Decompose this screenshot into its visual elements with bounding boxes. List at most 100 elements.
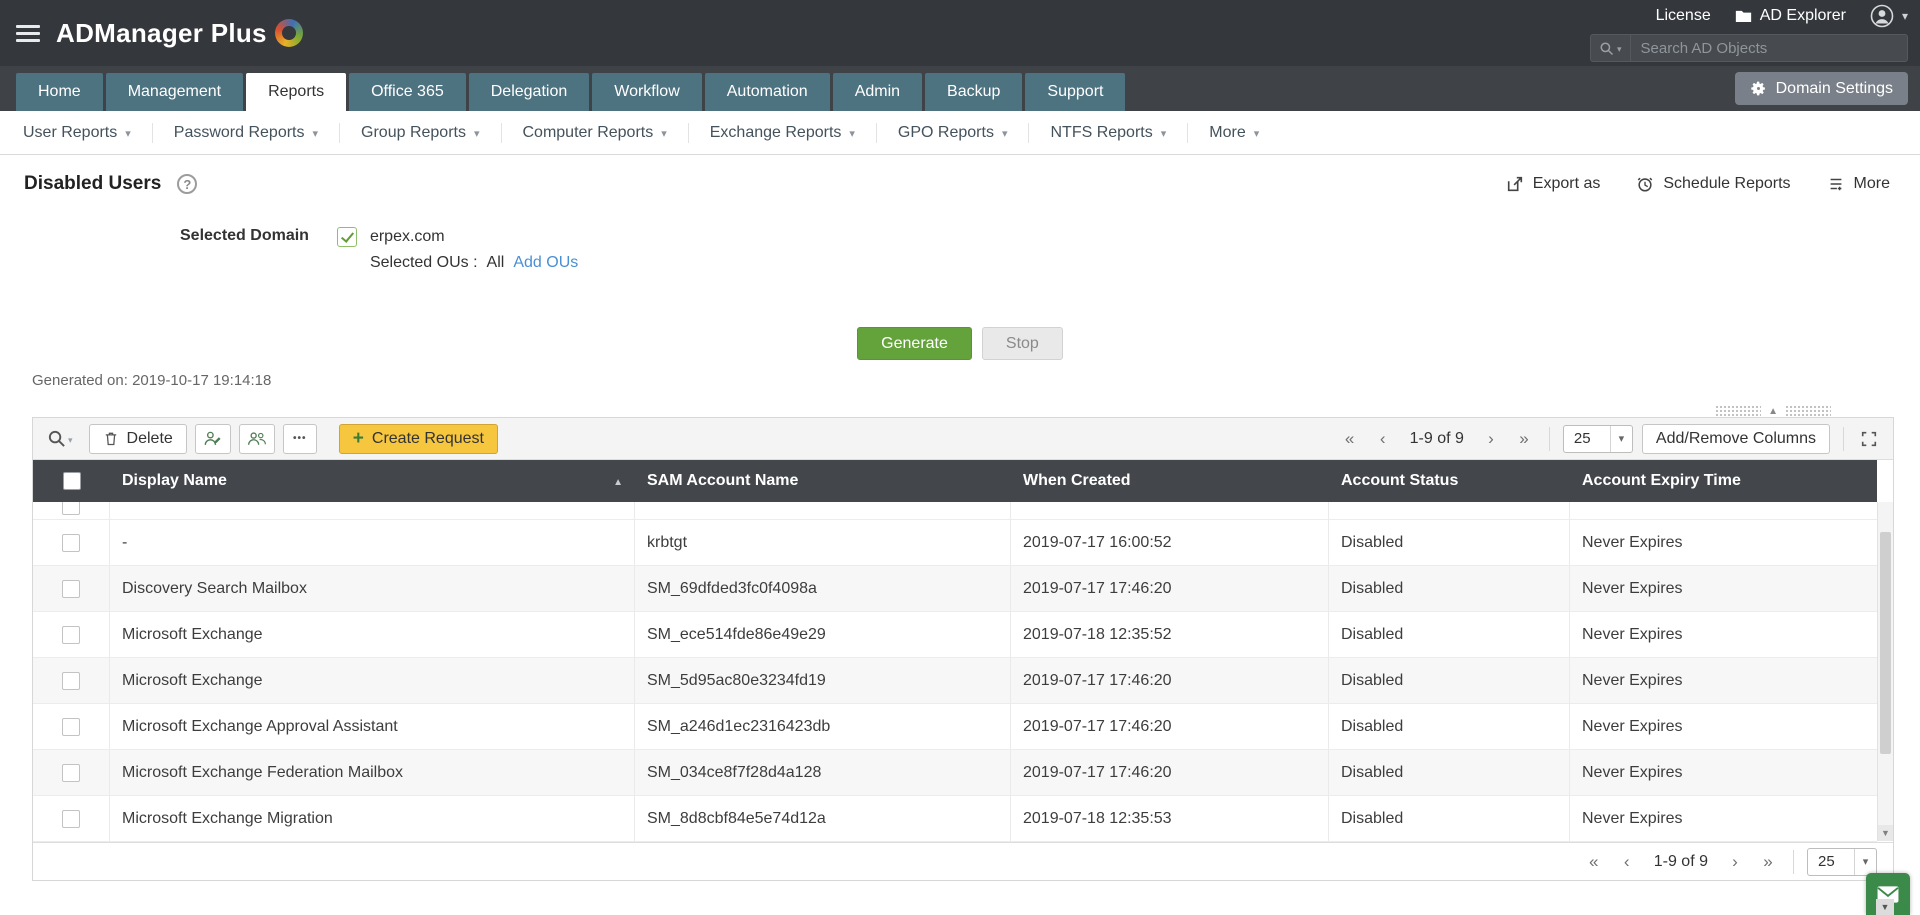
main-nav: Home Management Reports Office 365 Deleg… <box>0 66 1920 111</box>
row-checkbox[interactable] <box>62 534 80 552</box>
bottom-pagination: 1-9 of 9 25 <box>33 842 1893 880</box>
pagination-first-button[interactable] <box>1582 849 1606 875</box>
row-checkbox[interactable] <box>62 810 80 828</box>
tab-backup[interactable]: Backup <box>925 73 1022 111</box>
pagination-prev-button[interactable] <box>1371 426 1395 452</box>
pagination-prev-button[interactable] <box>1615 849 1639 875</box>
tab-automation[interactable]: Automation <box>705 73 830 111</box>
scrollbar-thumb[interactable] <box>1880 532 1891 754</box>
subnav-exchange-reports[interactable]: Exchange Reports <box>689 123 877 143</box>
schedule-reports-button[interactable]: Schedule Reports <box>1636 175 1790 193</box>
generate-button[interactable]: Generate <box>857 327 972 360</box>
cell-display-name: Microsoft Exchange Approval Assistant <box>110 704 635 749</box>
stop-button[interactable]: Stop <box>982 327 1063 360</box>
pagination-range: 1-9 of 9 <box>1654 853 1708 871</box>
page-size-select[interactable]: 25 <box>1807 848 1877 876</box>
select-all-checkbox-cell <box>33 460 110 502</box>
user-menu[interactable] <box>1870 4 1908 28</box>
more-tools-button[interactable] <box>283 424 317 454</box>
page-scroll-down-button[interactable] <box>1876 899 1894 915</box>
column-header-sam-account-name[interactable]: SAM Account Name <box>635 460 1011 502</box>
row-checkbox[interactable] <box>62 718 80 736</box>
subnav-password-reports[interactable]: Password Reports <box>153 123 340 143</box>
cell-when-created: 2019-07-17 17:46:20 <box>1011 704 1329 749</box>
tab-reports[interactable]: Reports <box>246 73 346 111</box>
user-avatar-icon <box>1870 4 1894 28</box>
create-request-button[interactable]: + Create Request <box>339 424 498 454</box>
grid-scrollbar[interactable] <box>1877 502 1893 841</box>
users-icon <box>247 430 267 447</box>
topbar: ADManager Plus License AD Explorer <box>0 0 1920 66</box>
tab-admin[interactable]: Admin <box>833 73 922 111</box>
tab-support[interactable]: Support <box>1025 73 1125 111</box>
cell-account-expiry-time: Never Expires <box>1570 658 1877 703</box>
cell-when-created: 2019-07-17 16:00:52 <box>1011 520 1329 565</box>
column-search-button[interactable] <box>45 429 81 448</box>
tab-workflow[interactable]: Workflow <box>592 73 702 111</box>
grid-toolbar: Delete <box>33 418 1893 460</box>
tab-office-365[interactable]: Office 365 <box>349 73 466 111</box>
license-link[interactable]: License <box>1656 7 1711 25</box>
row-checkbox[interactable] <box>62 672 80 690</box>
ad-explorer-label: AD Explorer <box>1760 7 1846 25</box>
pagination-next-button[interactable] <box>1723 849 1747 875</box>
help-icon[interactable] <box>177 174 197 194</box>
expand-grid-button[interactable] <box>1857 426 1881 452</box>
domain-checkbox[interactable] <box>337 227 357 247</box>
plus-icon: + <box>353 429 364 448</box>
more-list-icon <box>1827 175 1845 193</box>
ad-explorer-link[interactable]: AD Explorer <box>1735 7 1846 25</box>
modify-user-button[interactable] <box>195 424 231 454</box>
search-scope-dropdown[interactable] <box>1591 35 1631 61</box>
trash-icon <box>103 430 119 447</box>
page-size-select[interactable]: 25 <box>1563 425 1633 453</box>
cell-display-name: Microsoft Exchange <box>110 658 635 703</box>
add-ous-link[interactable]: Add OUs <box>513 253 578 273</box>
tab-home[interactable]: Home <box>16 73 103 111</box>
table-row: Microsoft Exchange Approval Assistant SM… <box>33 704 1877 750</box>
subnav-gpo-reports[interactable]: GPO Reports <box>877 123 1030 143</box>
table-row: Microsoft Exchange SM_ece514fde86e49e29 … <box>33 612 1877 658</box>
subnav-user-reports[interactable]: User Reports <box>2 123 153 143</box>
tab-delegation[interactable]: Delegation <box>469 73 590 111</box>
search-input[interactable] <box>1631 40 1907 57</box>
subnav-computer-reports[interactable]: Computer Reports <box>502 123 689 143</box>
scrollbar-down-button[interactable] <box>1878 825 1893 841</box>
search-icon <box>1599 41 1614 56</box>
cell-sam-account-name: SM_5d95ac80e3234fd19 <box>635 658 1011 703</box>
subnav-more[interactable]: More <box>1188 123 1280 143</box>
cell-sam-account-name: SM_ece514fde86e49e29 <box>635 612 1011 657</box>
schedule-clock-icon <box>1636 175 1654 193</box>
column-header-account-expiry-time[interactable]: Account Expiry Time <box>1570 460 1877 502</box>
column-header-account-status[interactable]: Account Status <box>1329 460 1570 502</box>
column-header-display-name[interactable]: Display Name <box>110 460 635 502</box>
delete-button[interactable]: Delete <box>89 424 187 454</box>
pagination-last-button[interactable] <box>1756 849 1780 875</box>
select-all-checkbox[interactable] <box>63 472 81 490</box>
chevron-down-icon <box>1161 124 1167 142</box>
row-checkbox[interactable] <box>62 626 80 644</box>
subnav-group-reports[interactable]: Group Reports <box>340 123 501 143</box>
subnav-ntfs-reports[interactable]: NTFS Reports <box>1029 123 1188 143</box>
export-as-button[interactable]: Export as <box>1506 175 1601 193</box>
row-checkbox[interactable] <box>62 580 80 598</box>
tab-management[interactable]: Management <box>106 73 243 111</box>
pagination-last-button[interactable] <box>1512 426 1536 452</box>
hamburger-menu-icon[interactable] <box>16 21 40 46</box>
add-remove-columns-button[interactable]: Add/Remove Columns <box>1642 424 1830 454</box>
panel-collapse-handle[interactable] <box>1715 401 1831 419</box>
domain-settings-button[interactable]: Domain Settings <box>1735 72 1908 105</box>
fullscreen-icon <box>1860 430 1878 448</box>
cell-display-name: Discovery Search Mailbox <box>110 566 635 611</box>
pagination-next-button[interactable] <box>1479 426 1503 452</box>
domain-settings-label: Domain Settings <box>1776 80 1893 98</box>
chevron-down-icon <box>1002 124 1008 142</box>
cell-account-status: Disabled <box>1329 520 1570 565</box>
column-header-when-created[interactable]: When Created <box>1011 460 1329 502</box>
chevron-down-icon <box>1617 39 1622 57</box>
more-actions-button[interactable]: More <box>1827 175 1890 193</box>
pagination-first-button[interactable] <box>1338 426 1362 452</box>
row-checkbox[interactable] <box>62 502 80 515</box>
group-action-button[interactable] <box>239 424 275 454</box>
row-checkbox[interactable] <box>62 764 80 782</box>
